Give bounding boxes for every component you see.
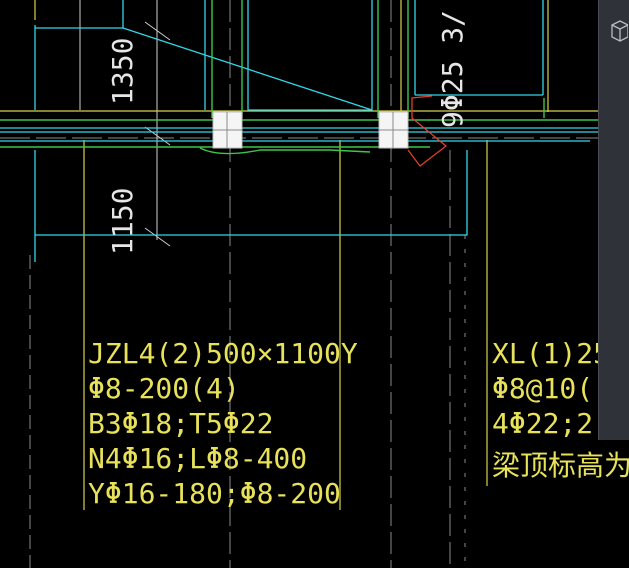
- beam-label-right-line-2: Φ8@10(: [492, 372, 593, 405]
- beam-label-line-5: YΦ16-180;Φ8-200: [88, 477, 341, 510]
- beam-label-right-line-1: XL(1)25: [492, 337, 610, 370]
- beam-label-right-line-4: 梁顶标高为: [492, 449, 629, 482]
- dimension-1350: 1350: [106, 38, 139, 105]
- beam-label-right-line-3: 4Φ22;2: [492, 407, 593, 440]
- viewcube-panel[interactable]: [598, 0, 629, 440]
- beam-label-line-3: B3Φ18;T5Φ22: [88, 407, 273, 440]
- rebar-note: 9Φ25 3/: [436, 10, 469, 128]
- cad-drawing-canvas[interactable]: 1350 1150 9Φ25 3/ JZL4(2)500×1100Y Φ8-20…: [0, 0, 629, 568]
- beam-label-line-1: JZL4(2)500×1100Y: [88, 337, 358, 370]
- viewcube-icon[interactable]: [610, 18, 628, 42]
- beam-label-line-4: N4Φ16;LΦ8-400: [88, 442, 307, 475]
- dimension-1150: 1150: [106, 188, 139, 255]
- beam-label-line-2: Φ8-200(4): [88, 372, 240, 405]
